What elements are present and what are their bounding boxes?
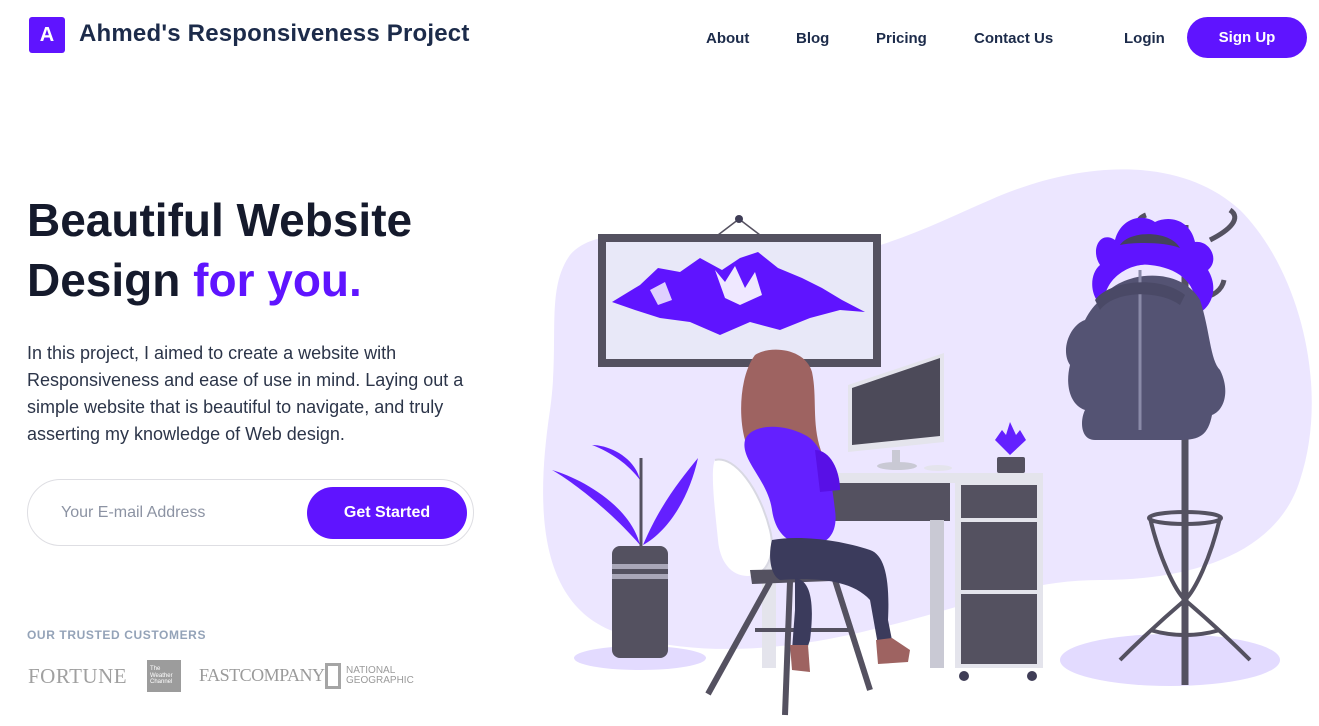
login-link[interactable]: Login	[1124, 30, 1165, 47]
hero-title: Beautiful Website Design for you.	[27, 190, 412, 310]
email-signup-form: Get Started	[27, 479, 474, 546]
weather-channel-logo: The Weather Channel	[147, 660, 181, 692]
fortune-logo: FORTUNE	[28, 664, 128, 688]
woman-shoe	[876, 638, 910, 664]
hero-title-line2: Design	[27, 254, 194, 306]
frame-nail	[735, 215, 743, 223]
desk-top	[810, 473, 1043, 483]
hero-illustration	[543, 169, 1312, 716]
natgeo-line: NATIONAL	[346, 664, 396, 676]
nav-contact-us[interactable]: Contact Us	[974, 30, 1053, 47]
natgeo-line: GEOGRAPHIC	[346, 674, 414, 686]
hero-title-accent: for you.	[193, 254, 362, 306]
nav-pricing[interactable]: Pricing	[876, 30, 927, 47]
weather-logo-line: Channel	[150, 679, 173, 685]
woman-shoe	[790, 645, 810, 672]
hero-description: In this project, I aimed to create a web…	[27, 343, 464, 444]
nav-blog[interactable]: Blog	[796, 30, 829, 47]
fast-company-logo: FASTCOMPANY	[199, 665, 325, 685]
site-title[interactable]: Ahmed's Responsiveness Project	[79, 20, 470, 48]
mouse	[924, 465, 952, 471]
nav-about[interactable]: About	[706, 30, 749, 47]
signup-button[interactable]: Sign Up	[1187, 17, 1307, 58]
plant-pot	[612, 546, 668, 658]
national-geographic-logo: NATIONAL GEOGRAPHIC	[325, 662, 414, 689]
get-started-button[interactable]: Get Started	[307, 487, 467, 539]
natgeo-frame-icon	[325, 662, 341, 689]
natgeo-text: NATIONAL GEOGRAPHIC	[346, 664, 414, 686]
email-input[interactable]	[61, 500, 301, 526]
logo-badge[interactable]: A	[29, 17, 65, 53]
trusted-customers-label: OUR TRUSTED CUSTOMERS	[27, 628, 207, 642]
hero-title-line1: Beautiful Website	[27, 194, 413, 246]
coat-rack-shadow	[1060, 634, 1280, 686]
